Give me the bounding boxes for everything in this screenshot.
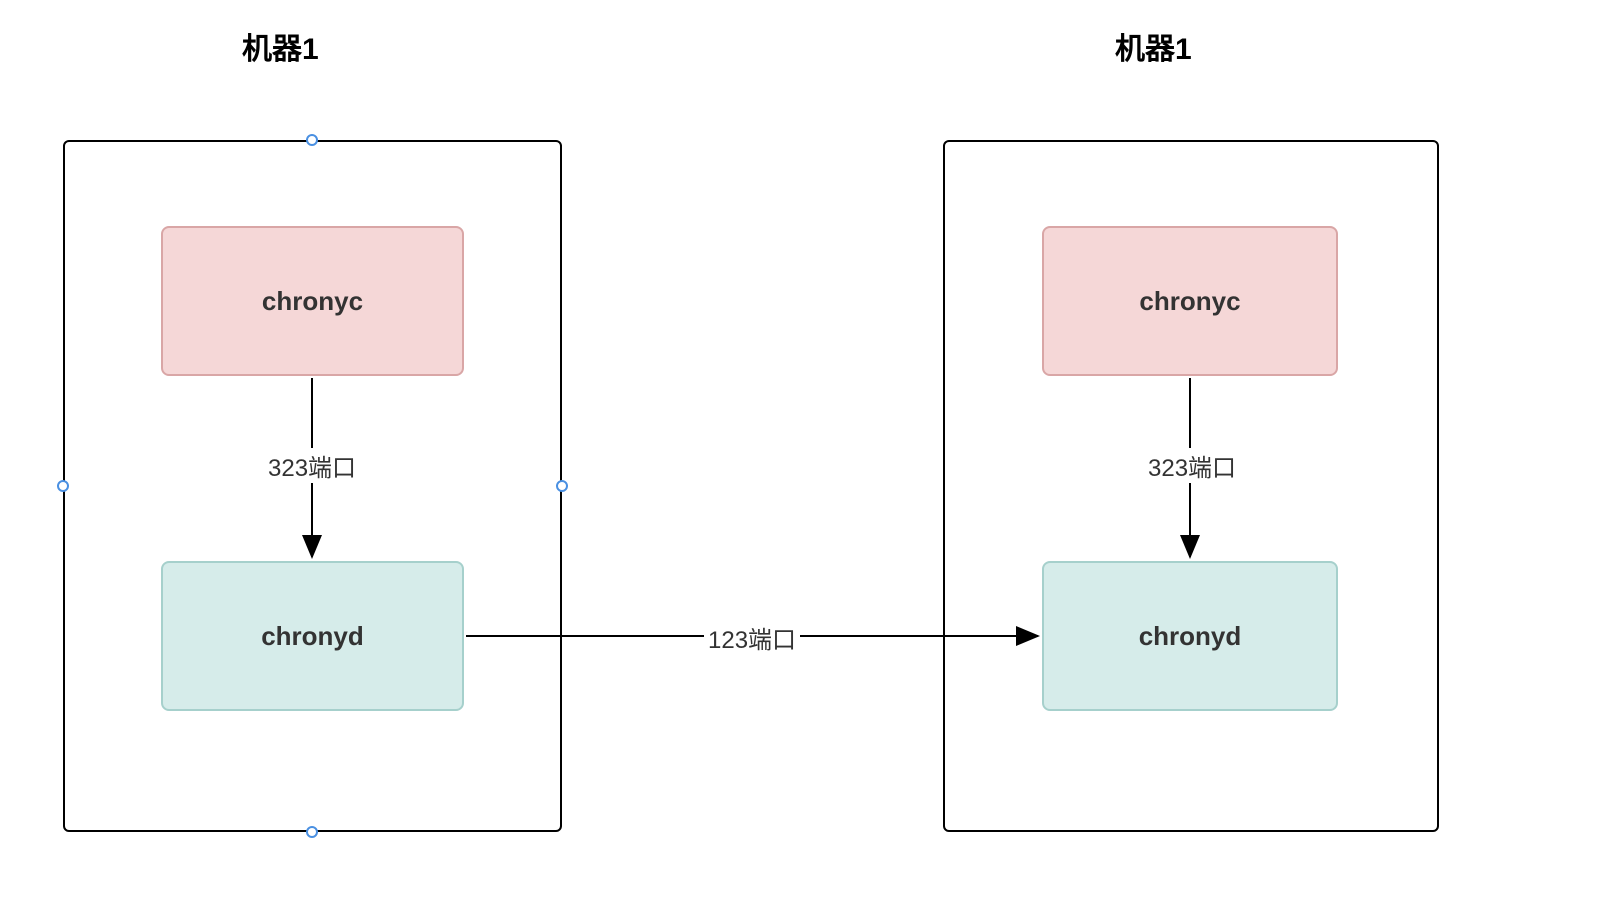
- selection-handle-top[interactable]: [306, 134, 318, 146]
- edge-label-port323-right: 323端口: [1144, 448, 1240, 483]
- chronyd-right-node[interactable]: chronyd: [1042, 561, 1338, 711]
- chronyd-left-label: chronyd: [261, 621, 364, 652]
- selection-handle-right[interactable]: [556, 480, 568, 492]
- edge-label-port323-left: 323端口: [264, 448, 360, 483]
- chronyd-right-label: chronyd: [1139, 621, 1242, 652]
- selection-handle-bottom[interactable]: [306, 826, 318, 838]
- chronyd-left-node[interactable]: chronyd: [161, 561, 464, 711]
- machine1-right-title: 机器1: [1115, 24, 1192, 68]
- selection-handle-left[interactable]: [57, 480, 69, 492]
- chronyc-right-node[interactable]: chronyc: [1042, 226, 1338, 376]
- machine1-left-title: 机器1: [242, 24, 319, 68]
- diagram-canvas[interactable]: 机器1 机器1 chronyc chronyd chronyc chronyd: [0, 0, 1599, 907]
- chronyc-left-node[interactable]: chronyc: [161, 226, 464, 376]
- chronyc-right-label: chronyc: [1139, 286, 1240, 317]
- chronyc-left-label: chronyc: [262, 286, 363, 317]
- edge-label-port123-center: 123端口: [704, 620, 800, 655]
